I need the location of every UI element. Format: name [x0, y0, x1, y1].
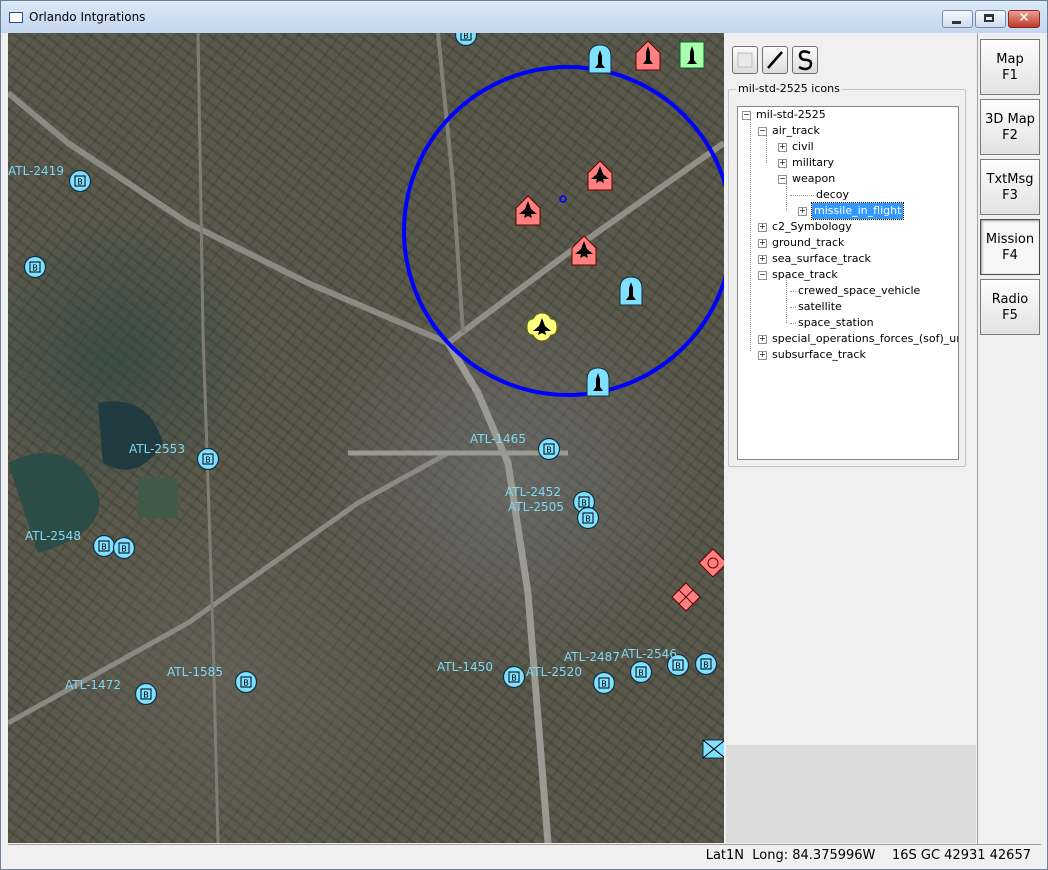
hostile-ground-track[interactable]	[671, 582, 701, 612]
friendly-track-marker[interactable]	[196, 447, 220, 471]
tab-mission[interactable]: Mission F4	[980, 219, 1040, 275]
friendly-track-marker[interactable]	[454, 33, 478, 47]
friendly-track-marker[interactable]	[134, 682, 158, 706]
track-label: ATL-2452	[505, 485, 561, 499]
range-ring	[402, 65, 724, 397]
friendly-track-marker[interactable]	[576, 506, 600, 530]
expand-icon[interactable]: +	[758, 351, 767, 360]
line-icon	[767, 51, 783, 69]
friendly-track-marker[interactable]	[23, 255, 47, 279]
track-label: ATL-2548	[25, 529, 81, 543]
track-label: ATL-2419	[8, 164, 64, 178]
tree-node-space-station[interactable]: space_station	[798, 315, 874, 331]
tab-txtmsg[interactable]: TxtMsg F3	[980, 159, 1040, 215]
field	[138, 478, 178, 518]
curve-tool-button[interactable]	[792, 46, 818, 74]
map-view[interactable]: B	[8, 33, 724, 843]
track-label: ATL-2505	[508, 500, 564, 514]
title-bar[interactable]: Orlando Intgrations ✕	[1, 1, 1047, 33]
track-label: ATL-1585	[167, 665, 223, 679]
pond	[98, 401, 163, 470]
friendly-missile-track[interactable]	[588, 44, 612, 74]
collapse-icon[interactable]: −	[758, 127, 767, 136]
friendly-track-marker[interactable]	[537, 437, 561, 461]
collapse-icon[interactable]: −	[742, 111, 751, 120]
road	[436, 33, 465, 334]
track-label: ATL-1450	[437, 660, 493, 674]
track-label: ATL-1465	[470, 432, 526, 446]
friendly-missile-track[interactable]	[586, 367, 610, 397]
unknown-aircraft-track[interactable]	[526, 312, 558, 342]
road	[196, 33, 220, 843]
track-label: ATL-2546	[621, 647, 677, 661]
expand-icon[interactable]: +	[758, 335, 767, 344]
friendly-track-marker[interactable]	[502, 665, 526, 689]
maximize-icon	[984, 14, 994, 22]
minimize-button[interactable]	[942, 10, 973, 28]
tree-guide	[790, 195, 814, 196]
collapse-icon[interactable]: −	[778, 175, 787, 184]
tree-node-satellite[interactable]: satellite	[798, 299, 842, 315]
tree-node-decoy[interactable]: decoy	[816, 187, 849, 203]
highway-road	[444, 341, 552, 843]
friendly-track-marker[interactable]	[234, 670, 258, 694]
icon-tree[interactable]: − mil-std-2525 − air_track + civil + militar…	[737, 106, 959, 460]
tree-guide	[790, 291, 796, 292]
icon-panel: mil-std-2525 icons − mil-std-2525 − air_tr…	[726, 33, 976, 745]
friendly-ground-track[interactable]	[702, 739, 724, 759]
tab-radio[interactable]: Radio F5	[980, 279, 1040, 335]
maximize-button[interactable]	[975, 10, 1006, 28]
hostile-aircraft-track[interactable]	[515, 195, 541, 226]
tab-map[interactable]: Map F1	[980, 39, 1040, 95]
friendly-track-marker[interactable]	[592, 671, 616, 695]
hostile-ground-track[interactable]	[698, 548, 724, 578]
friendly-missile-track[interactable]	[619, 276, 643, 306]
tree-guide	[750, 115, 751, 351]
hostile-aircraft-track[interactable]	[587, 160, 613, 191]
group-title: mil-std-2525 icons	[736, 82, 842, 95]
friendly-track-marker[interactable]	[68, 169, 92, 193]
line-tool-button[interactable]	[762, 46, 788, 74]
tree-guide	[790, 323, 796, 324]
status-bar: Lat1N Long: 84.375996W 16S GC 42931 4265…	[8, 844, 1041, 867]
square-icon	[737, 52, 753, 68]
function-sidebar: Map F1 3D Map F2 TxtMsg F3 Mission F4 Radio F…	[977, 33, 1042, 845]
friendly-track-marker[interactable]	[694, 652, 718, 676]
expand-icon[interactable]: +	[758, 239, 767, 248]
neutral-missile-track[interactable]	[679, 41, 705, 69]
empty-panel-area	[726, 745, 976, 843]
tree-node-crewed-space-vehicle[interactable]: crewed_space_vehicle	[798, 283, 920, 299]
coordinate-readout: Lat1N Long: 84.375996W 16S GC 42931 4265…	[705, 848, 1031, 863]
friendly-track-marker[interactable]	[112, 536, 136, 560]
close-button[interactable]: ✕	[1008, 10, 1040, 28]
minimize-icon	[952, 21, 961, 24]
hostile-missile-track[interactable]	[635, 40, 661, 71]
tree-guide	[790, 307, 796, 308]
close-icon: ✕	[1018, 10, 1030, 26]
expand-icon[interactable]: +	[758, 255, 767, 264]
expand-icon[interactable]: +	[778, 159, 787, 168]
ring-center-marker	[559, 195, 567, 203]
mil-std-icons-group: mil-std-2525 icons − mil-std-2525 − air_tr…	[728, 82, 966, 467]
track-label: ATL-2520	[526, 665, 582, 679]
expand-icon[interactable]: +	[798, 207, 807, 216]
friendly-track-marker[interactable]	[629, 660, 653, 684]
window-title: Orlando Intgrations	[29, 10, 146, 24]
track-label: ATL-1472	[65, 678, 121, 692]
rectangle-tool-button[interactable]	[732, 46, 758, 74]
tab-3d-map[interactable]: 3D Map F2	[980, 99, 1040, 155]
map-overlay: B	[8, 33, 724, 843]
expand-icon[interactable]: +	[758, 223, 767, 232]
collapse-icon[interactable]: −	[758, 271, 767, 280]
track-label: ATL-2487	[564, 650, 620, 664]
curve-icon	[798, 50, 813, 71]
app-window: Orlando Intgrations ✕ B	[0, 0, 1048, 870]
app-icon	[9, 12, 23, 23]
expand-icon[interactable]: +	[778, 143, 787, 152]
friendly-track-marker[interactable]	[92, 534, 116, 558]
highway-road	[8, 90, 450, 346]
track-label: ATL-2553	[129, 442, 185, 456]
hostile-aircraft-track[interactable]	[571, 235, 597, 266]
